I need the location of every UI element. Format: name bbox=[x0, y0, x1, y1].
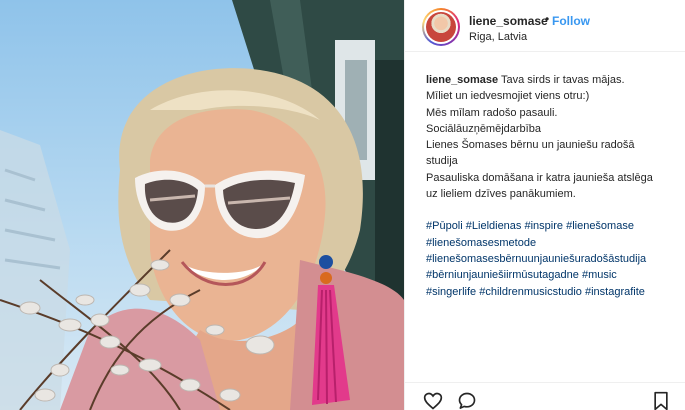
hashtag[interactable]: #singerlife bbox=[426, 286, 476, 298]
post-header: liene_somase • Follow Riga, Latvia bbox=[405, 0, 685, 52]
hashtag[interactable]: #Lieldienas bbox=[466, 220, 522, 232]
hashtag[interactable]: #lienešomase bbox=[566, 220, 634, 232]
caption-text: Tava sirds ir tavas mājas. Mīliet un ied… bbox=[426, 74, 653, 201]
hashtag[interactable]: #lienešomasesmetode bbox=[426, 237, 536, 249]
bookmark-icon[interactable] bbox=[651, 391, 671, 410]
avatar[interactable] bbox=[422, 8, 460, 46]
follow-button[interactable]: Follow bbox=[552, 14, 590, 28]
avatar-ring bbox=[424, 10, 458, 44]
header-separator: • bbox=[545, 12, 550, 26]
avatar-image bbox=[426, 12, 456, 42]
post-photo[interactable] bbox=[0, 0, 404, 410]
post-actions bbox=[405, 382, 685, 410]
hashtag[interactable]: #lienešomasesbērnuunjauniešuradošāstudij… bbox=[426, 253, 646, 265]
post-photo-illustration bbox=[0, 0, 404, 410]
post-caption: liene_somase Tava sirds ir tavas mājas. … bbox=[426, 72, 674, 300]
heart-icon[interactable] bbox=[423, 391, 443, 410]
hashtag[interactable]: #childrenmusicstudio bbox=[479, 286, 582, 298]
comment-icon[interactable] bbox=[457, 391, 477, 410]
location-link[interactable]: Riga, Latvia bbox=[469, 31, 527, 43]
post-side-panel: liene_somase • Follow Riga, Latvia liene… bbox=[404, 0, 685, 410]
hashtag[interactable]: #instagrafite bbox=[585, 286, 645, 298]
hashtag[interactable]: #Pūpoli bbox=[426, 220, 463, 232]
hashtag[interactable]: #inspire bbox=[524, 220, 563, 232]
hashtag[interactable]: #music bbox=[582, 269, 617, 281]
caption-username[interactable]: liene_somase bbox=[426, 74, 498, 86]
header-username[interactable]: liene_somase bbox=[469, 14, 548, 28]
caption-hashtags: #Pūpoli #Lieldienas #inspire #lienešomas… bbox=[426, 218, 674, 299]
hashtag[interactable]: #bērniunjauniešiirmūsutagadne bbox=[426, 269, 579, 281]
